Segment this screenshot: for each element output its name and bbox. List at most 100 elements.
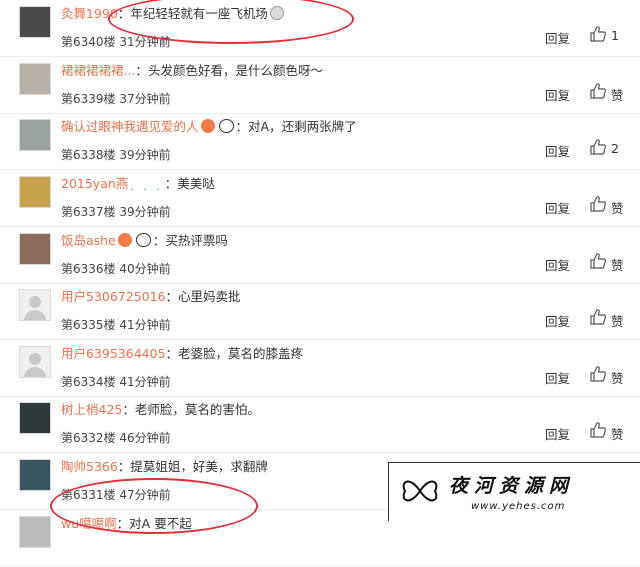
like-count[interactable]: 赞 <box>611 198 624 217</box>
timestamp: 41分钟前 <box>119 375 171 389</box>
panda-emoji-icon <box>135 233 151 247</box>
thumbs-up-icon[interactable] <box>589 195 607 213</box>
timestamp: 39分钟前 <box>119 205 171 219</box>
username-link[interactable]: 陶帅5366 <box>61 459 118 474</box>
comment-meta: 第6335楼 41分钟前 <box>61 316 171 333</box>
comment-line: 树上梢425：老师脸，莫名的害怕。 <box>61 402 260 418</box>
like-count[interactable]: 赞 <box>611 424 624 443</box>
comment-line: 陶帅5366：提莫姐姐，好美，求翻牌 <box>61 459 268 475</box>
reply-button[interactable]: 回复 <box>545 311 570 330</box>
floor-number: 第6339楼 <box>61 92 116 106</box>
thumbs-up-icon[interactable] <box>589 365 607 383</box>
comment-text: 对A，还剩两张牌了 <box>248 119 357 134</box>
username-link[interactable]: wu噶噶啊 <box>61 516 117 531</box>
reply-button[interactable]: 回复 <box>545 255 570 274</box>
username-link[interactable]: 用户6395364405 <box>61 346 166 361</box>
comment-row: 饭岛ashe ：买热评票吗第6336楼 40分钟前 回复 赞 <box>0 227 640 284</box>
like-count[interactable]: 赞 <box>611 255 624 274</box>
thumbs-up-icon[interactable] <box>589 252 607 270</box>
comment-text: 心里妈卖批 <box>178 289 241 304</box>
timestamp: 46分钟前 <box>119 431 171 445</box>
like-count[interactable]: 2 <box>611 141 619 156</box>
reply-button[interactable]: 回复 <box>545 424 570 443</box>
thumbs-up-icon[interactable] <box>589 82 607 100</box>
reply-button[interactable]: 回复 <box>545 141 570 160</box>
heart-emoji-icon <box>117 233 132 247</box>
floor-number: 第6338楼 <box>61 148 116 162</box>
comment-text: 头发颜色好看，是什么颜色呀～ <box>147 63 323 78</box>
comment-meta: 第6334楼 41分钟前 <box>61 373 171 390</box>
username-link[interactable]: 饭岛ashe <box>61 233 116 248</box>
like-count[interactable]: 赞 <box>611 85 624 104</box>
avatar[interactable] <box>19 119 51 151</box>
separator: ： <box>235 119 249 134</box>
username-link[interactable]: 用户5306725016 <box>61 289 166 304</box>
comment-text: 对A 要不起 <box>129 516 192 531</box>
comment-row: 2015yan燕. . . ：美美哒 第6337楼 39分钟前 回复 赞 <box>0 170 640 227</box>
reply-button[interactable]: 回复 <box>545 28 570 47</box>
comment-row: 用户6395364405：老婆脸，莫名的膝盖疼 第6334楼 41分钟前 回复 赞 <box>0 340 640 397</box>
username-link[interactable]: 确认过眼神我遇见爱的人 <box>61 119 199 134</box>
comment-line: wu噶噶啊：对A 要不起 <box>61 516 192 532</box>
avatar[interactable] <box>19 459 51 491</box>
heart-emoji-icon <box>200 119 215 133</box>
comment-row: 用户5306725016：心里妈卖批 第6335楼 41分钟前 回复 赞 <box>0 283 640 340</box>
reply-button[interactable]: 回复 <box>545 85 570 104</box>
separator: ： <box>165 289 179 304</box>
like-count[interactable]: 1 <box>611 28 619 43</box>
timestamp: 41分钟前 <box>119 318 171 332</box>
comment-meta: 第6336楼 40分钟前 <box>61 260 171 277</box>
avatar[interactable] <box>19 402 51 434</box>
thumbs-up-icon[interactable] <box>589 308 607 326</box>
separator: ： <box>116 516 130 531</box>
floor-number: 第6334楼 <box>61 375 116 389</box>
avatar[interactable] <box>19 233 51 265</box>
comment-row: 灸舞1990：年纪轻轻就有一座飞机场 第6340楼 31分钟前 回复 1 <box>0 0 640 57</box>
avatar[interactable] <box>19 63 51 95</box>
username-link[interactable]: 树上梢425 <box>61 402 122 417</box>
watermark-title: 夜河资源网 <box>449 475 575 497</box>
reply-button[interactable]: 回复 <box>545 198 570 217</box>
comment-meta: 第6337楼 39分钟前 <box>61 203 171 220</box>
timestamp: 39分钟前 <box>119 148 171 162</box>
comment-line: 饭岛ashe ：买热评票吗 <box>61 233 228 249</box>
avatar[interactable] <box>19 176 51 208</box>
comment-line: 2015yan燕. . . ：美美哒 <box>61 176 215 195</box>
avatar[interactable] <box>19 6 51 38</box>
reply-button[interactable]: 回复 <box>545 368 570 387</box>
comment-line: 灸舞1990：年纪轻轻就有一座飞机场 <box>61 6 286 22</box>
separator: ： <box>117 459 131 474</box>
comment-text: 美美哒 <box>177 176 215 191</box>
dots-emoji-icon: . . . <box>130 180 163 193</box>
comment-line: 用户6395364405：老婆脸，莫名的膝盖疼 <box>61 346 303 362</box>
comment-row: 确认过眼神我遇见爱的人 ：对A，还剩两张牌了第6338楼 39分钟前 回复 2 <box>0 113 640 170</box>
smile-emoji-icon <box>269 6 284 20</box>
like-count[interactable]: 赞 <box>611 368 624 387</box>
thumbs-up-icon[interactable] <box>589 138 607 156</box>
username-link[interactable]: 灸舞1990 <box>61 6 118 21</box>
thumbs-up-icon[interactable] <box>589 25 607 43</box>
floor-number: 第6335楼 <box>61 318 116 332</box>
avatar[interactable] <box>19 346 51 378</box>
timestamp: 31分钟前 <box>119 35 171 49</box>
comment-line: 用户5306725016：心里妈卖批 <box>61 289 241 305</box>
avatar[interactable] <box>19 289 51 321</box>
separator: ： <box>152 233 166 248</box>
floor-number: 第6331楼 <box>61 488 116 502</box>
username-link[interactable]: 2015yan燕 <box>61 176 128 191</box>
comment-text: 买热评票吗 <box>165 233 228 248</box>
watermark-box: 夜河资源网 www.yehes.com <box>388 462 640 521</box>
panda-emoji-icon <box>218 119 234 133</box>
comment-meta: 第6338楼 39分钟前 <box>61 146 171 163</box>
comment-text: 老婆脸，莫名的膝盖疼 <box>178 346 304 361</box>
separator: ： <box>135 63 148 78</box>
thumbs-up-icon[interactable] <box>589 421 607 439</box>
floor-number: 第6337楼 <box>61 205 116 219</box>
watermark-url: www.yehes.com <box>471 501 566 512</box>
username-link[interactable]: 裙裙裙裙裙... <box>61 63 135 78</box>
separator: ： <box>165 346 179 361</box>
like-count[interactable]: 赞 <box>611 311 624 330</box>
comment-line: 裙裙裙裙裙...：头发颜色好看，是什么颜色呀～ <box>61 63 323 79</box>
separator: ： <box>117 6 131 21</box>
floor-number: 第6336楼 <box>61 262 116 276</box>
